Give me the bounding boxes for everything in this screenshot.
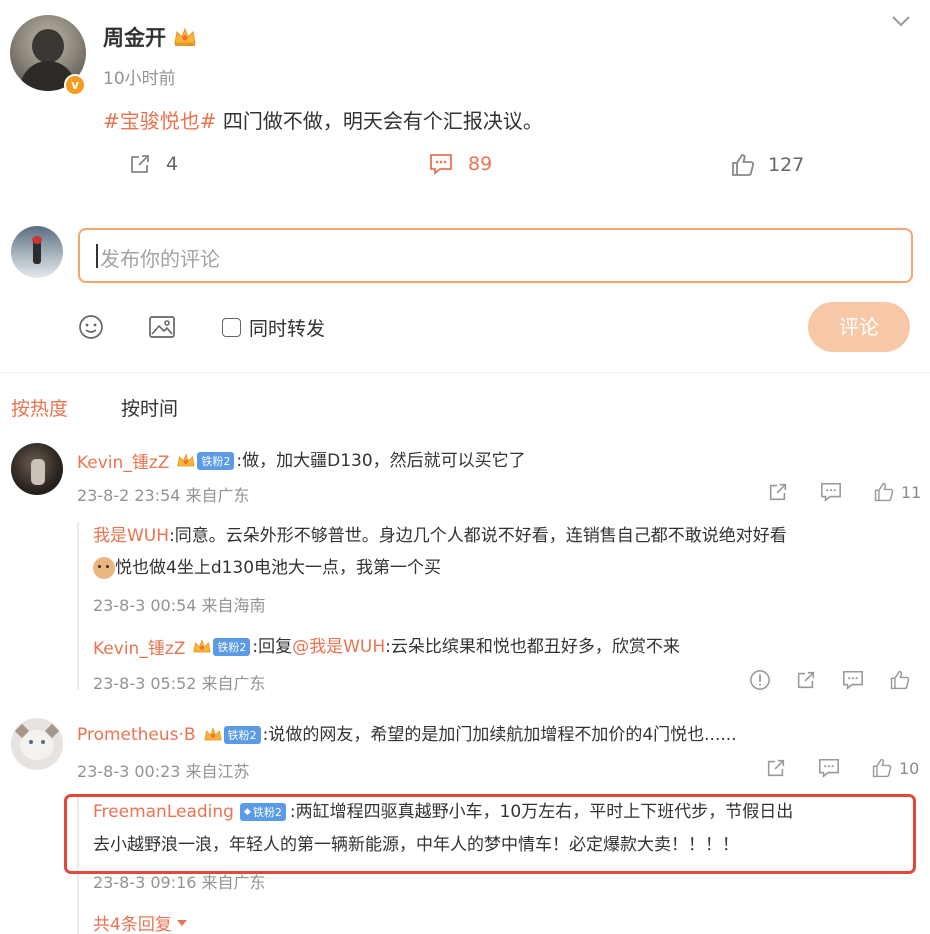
like-count: 11: [901, 482, 922, 502]
more-replies-link[interactable]: 共4条回复: [93, 910, 188, 934]
comment-input-placeholder: 发布你的评论: [100, 247, 220, 271]
thumbs-up-icon: [874, 482, 894, 502]
like-button[interactable]: 11: [873, 481, 921, 503]
sync-repost-label: 同时转发: [249, 318, 326, 340]
repost-count: 4: [166, 153, 179, 175]
like-count: 127: [768, 154, 805, 176]
like-count: 10: [899, 758, 920, 778]
submit-label: 评论: [839, 315, 879, 339]
thumbs-up-icon: [872, 758, 892, 778]
comment-icon[interactable]: [817, 757, 841, 779]
reply-thread-line: [77, 522, 79, 690]
member-crown-icon: [203, 727, 222, 741]
reply-text: :同意。云朵外形不够普世。身边几个人都说不好看，连销售自己都不敢说绝对好看: [169, 526, 787, 546]
verified-badge-icon: v: [64, 74, 86, 96]
repost-icon[interactable]: [765, 757, 787, 779]
reply-text-cont: 悦也做4坐上d130电池大一点，我第一个买: [115, 558, 442, 578]
comment-input-box[interactable]: 发布你的评论: [78, 228, 913, 283]
current-user-avatar: [11, 226, 63, 278]
tab-sort-hot[interactable]: 按热度: [11, 394, 68, 421]
hashtag-link[interactable]: #宝骏悦也#: [103, 109, 217, 133]
comment-time: 23-8-3 00:23 来自江苏: [77, 762, 250, 781]
checkbox-box[interactable]: [222, 318, 241, 337]
commenter-avatar[interactable]: [11, 443, 63, 495]
reply-time: 23-8-3 00:54 来自海南: [93, 596, 266, 615]
reply-text: :云朵比缤果和悦也都丑好多，欣赏不来: [385, 636, 680, 657]
like-button[interactable]: 127: [730, 152, 804, 178]
post-body: 四门做不做，明天会有个汇报决议。: [216, 109, 543, 133]
tab-sort-time[interactable]: 按时间: [121, 394, 178, 421]
comment-icon: [430, 154, 452, 175]
divider: [0, 372, 930, 373]
submit-comment-button[interactable]: 评论: [808, 302, 910, 352]
caret-down-icon: [176, 919, 187, 926]
repost-icon: [131, 155, 149, 173]
reply-prefix: :回复: [252, 636, 293, 657]
thumbs-up-icon[interactable]: [889, 669, 911, 691]
comment-icon[interactable]: [841, 669, 865, 691]
author-name[interactable]: 周金开: [103, 22, 166, 52]
member-crown-icon: [177, 452, 196, 466]
comment-text: :做，加大疆D130，然后就可以买它了: [236, 450, 526, 471]
reply-time: 23-8-3 05:52 来自广东: [93, 674, 266, 693]
highlight-box: [64, 794, 916, 874]
commenter-avatar[interactable]: [11, 718, 63, 770]
fan-badge: 铁粉2: [213, 637, 251, 656]
comment-button[interactable]: 89: [428, 152, 492, 176]
fan-badge: 铁粉2: [197, 451, 235, 470]
repost-icon[interactable]: [795, 669, 817, 691]
emoji-icon[interactable]: [78, 314, 104, 340]
image-icon[interactable]: [148, 314, 176, 340]
thumbs-up-icon: [732, 154, 755, 176]
fan-badge: 铁粉2: [223, 726, 261, 744]
comment-time: 23-8-2 23:54 来自广东: [77, 486, 250, 505]
repost-icon[interactable]: [767, 481, 789, 503]
comment-text: :说做的网友，希望的是加门加续航加增程不加价的4门悦也......: [262, 725, 737, 745]
member-crown-icon: [193, 638, 212, 652]
comment-icon[interactable]: [819, 481, 843, 503]
comment-count: 89: [468, 153, 493, 175]
cat-emoji-icon: [93, 557, 115, 579]
reply-username[interactable]: Kevin_锺zZ: [93, 634, 185, 659]
member-crown-icon: [174, 27, 196, 46]
post-text: #宝骏悦也# 四门做不做，明天会有个汇报决议。: [103, 105, 543, 134]
chevron-down-icon[interactable]: [890, 14, 912, 28]
post-time: 10小时前: [103, 69, 176, 89]
sync-repost-checkbox[interactable]: 同时转发: [222, 314, 325, 341]
comment-username[interactable]: Prometheus·B: [77, 725, 196, 745]
report-icon[interactable]: [749, 669, 771, 691]
repost-button[interactable]: 4: [128, 152, 178, 176]
comment-username[interactable]: Kevin_锺zZ: [77, 448, 169, 473]
mention-link[interactable]: @我是WUH: [292, 637, 385, 657]
more-replies-label: 共4条回复: [93, 915, 172, 934]
like-button[interactable]: 10: [871, 757, 919, 779]
reply-username[interactable]: 我是WUH: [93, 526, 169, 546]
